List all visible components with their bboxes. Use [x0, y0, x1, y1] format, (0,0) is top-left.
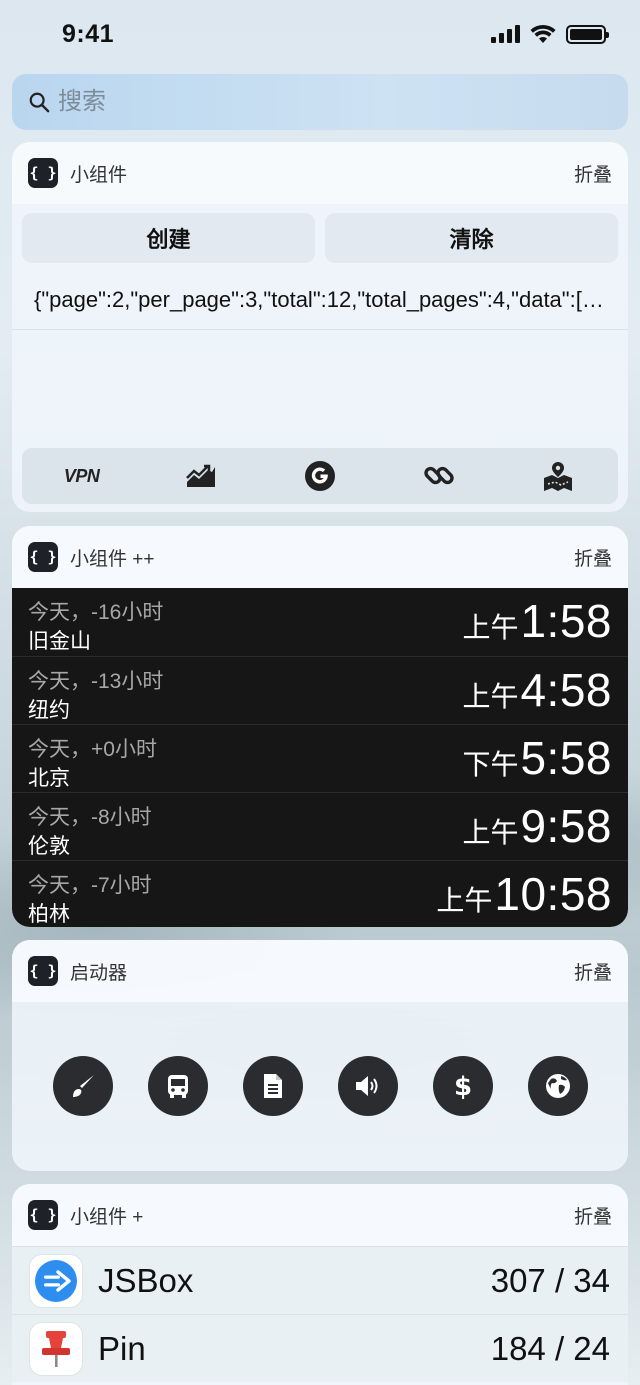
- tool-bar: VPN: [22, 448, 618, 504]
- app-name: Pin: [98, 1329, 146, 1367]
- widget-title: 小组件: [70, 164, 128, 186]
- launcher-brush[interactable]: [52, 1056, 113, 1116]
- widget-title: 启动器: [70, 962, 128, 984]
- widget-title: 小组件 +: [70, 1206, 144, 1228]
- clock-row[interactable]: 今天，-8小时 伦敦 上午 9:58: [12, 792, 628, 860]
- fold-button[interactable]: 折叠: [574, 544, 612, 571]
- action-buttons: 创建 清除: [12, 204, 628, 263]
- clock-row[interactable]: 今天，+0小时 北京 下午 5:58: [12, 724, 628, 792]
- google-icon: [304, 461, 335, 491]
- google-button[interactable]: [300, 456, 340, 496]
- pin-app-icon: [30, 1322, 82, 1375]
- clock-ampm: 上午: [462, 681, 519, 712]
- launcher-speaker[interactable]: [337, 1056, 398, 1116]
- clock-ampm: 上午: [462, 612, 519, 643]
- speaker-icon: [355, 1076, 377, 1096]
- launcher-document[interactable]: [242, 1056, 303, 1116]
- clock-hm: 1:58: [520, 595, 612, 647]
- clock-city: 旧金山: [28, 630, 91, 653]
- create-button[interactable]: 创建: [22, 213, 315, 263]
- clock-time: 上午 10:58: [436, 867, 612, 921]
- widget-header: { } 小组件 折叠: [12, 142, 628, 204]
- launcher-bus[interactable]: [147, 1056, 208, 1116]
- app-count: 307 / 34: [490, 1261, 610, 1299]
- clock-row[interactable]: 今天，-13小时 纽约 上午 4:58: [12, 656, 628, 724]
- widget-header: { } 启动器 折叠: [12, 940, 628, 1002]
- brush-icon: [72, 1075, 94, 1097]
- launcher-row: $: [12, 1056, 628, 1116]
- clock-hm: 10:58: [494, 868, 612, 920]
- fold-button[interactable]: 折叠: [574, 958, 612, 985]
- fold-button[interactable]: 折叠: [574, 1202, 612, 1229]
- clock-offset: 今天，-13小时: [28, 670, 164, 693]
- clock-time: 下午 5:58: [462, 731, 612, 785]
- widget-launcher: { } 启动器 折叠 $: [12, 940, 628, 1171]
- jsbox-braces-icon: { }: [28, 956, 58, 986]
- vpn-label: VPN: [63, 465, 100, 486]
- app-name: JSBox: [98, 1261, 194, 1299]
- status-icons: [491, 24, 609, 44]
- search-bar[interactable]: [12, 74, 628, 130]
- bus-icon: [167, 1075, 188, 1098]
- clock-hm: 5:58: [520, 732, 612, 784]
- divider: [12, 329, 628, 330]
- jsbox-braces-icon: { }: [28, 542, 58, 572]
- clock-city: 柏林: [28, 903, 70, 926]
- clock-hm: 9:58: [520, 800, 612, 852]
- clock-list: 今天，-16小时 旧金山 上午 1:58 今天，-13小时 纽约 上午 4:58…: [12, 588, 628, 927]
- clock-city: 纽约: [28, 699, 70, 722]
- clock-ampm: 上午: [462, 817, 519, 848]
- search-icon: [29, 92, 50, 113]
- launcher-dollar[interactable]: $: [432, 1056, 493, 1116]
- clock-row[interactable]: 今天，-7小时 柏林 上午 10:58: [12, 860, 628, 927]
- widget-json: { } 小组件 折叠 创建 清除 {"page":2,"per_page":3,…: [12, 142, 628, 512]
- battery-icon: [566, 24, 609, 44]
- globe-icon: [545, 1074, 570, 1098]
- link-button[interactable]: [419, 456, 459, 496]
- clock-row[interactable]: 今天，-16小时 旧金山 上午 1:58: [12, 588, 628, 656]
- link-icon: [424, 466, 454, 485]
- launcher-globe[interactable]: [527, 1056, 588, 1116]
- clock-hm: 4:58: [520, 664, 612, 716]
- wifi-icon: [530, 24, 556, 43]
- status-bar: 9:41: [0, 0, 640, 70]
- status-time: 9:41: [62, 20, 115, 48]
- map-icon: [544, 462, 573, 491]
- clock-offset: 今天，-8小时: [28, 806, 152, 829]
- clear-button[interactable]: 清除: [325, 213, 618, 263]
- map-button[interactable]: [538, 456, 578, 496]
- clock-city: 北京: [28, 767, 70, 790]
- widget-header: { } 小组件 + 折叠: [12, 1184, 628, 1246]
- app-count: 184 / 24: [490, 1329, 610, 1367]
- clock-time: 上午 9:58: [462, 799, 612, 853]
- clock-time: 上午 4:58: [462, 663, 612, 717]
- widget-header: { } 小组件 ++ 折叠: [12, 526, 628, 588]
- clock-time: 上午 1:58: [462, 594, 612, 648]
- widget-title: 小组件 ++: [70, 548, 155, 570]
- clock-ampm: 下午: [462, 749, 519, 780]
- stocks-button[interactable]: [181, 456, 221, 496]
- list-item[interactable]: JSBox 307 / 34: [12, 1246, 628, 1314]
- jsbox-braces-icon: { }: [28, 158, 58, 188]
- dollar-icon: $: [453, 1072, 471, 1101]
- widget-app-stats: { } 小组件 + 折叠 JSBox 307 / 34 Pin 184 / 24: [12, 1184, 628, 1385]
- search-input[interactable]: [58, 88, 558, 116]
- clock-offset: 今天，-16小时: [28, 601, 164, 624]
- stocks-icon: [185, 464, 215, 487]
- fold-button[interactable]: 折叠: [574, 160, 612, 187]
- document-icon: [263, 1074, 282, 1098]
- widget-world-clock: { } 小组件 ++ 折叠 今天，-16小时 旧金山 上午 1:58 今天，-1…: [12, 526, 628, 927]
- json-output: {"page":2,"per_page":3,"total":12,"total…: [34, 287, 628, 312]
- jsbox-braces-icon: { }: [28, 1200, 58, 1230]
- clock-offset: 今天，-7小时: [28, 874, 152, 897]
- clock-city: 伦敦: [28, 835, 70, 858]
- list-item[interactable]: Pin 184 / 24: [12, 1314, 628, 1382]
- vpn-button[interactable]: VPN: [62, 456, 102, 496]
- clock-offset: 今天，+0小时: [28, 738, 157, 761]
- jsbox-app-icon: [30, 1254, 82, 1307]
- clock-ampm: 上午: [436, 885, 493, 916]
- cellular-signal-icon: [491, 25, 520, 43]
- svg-text:$: $: [453, 1072, 471, 1101]
